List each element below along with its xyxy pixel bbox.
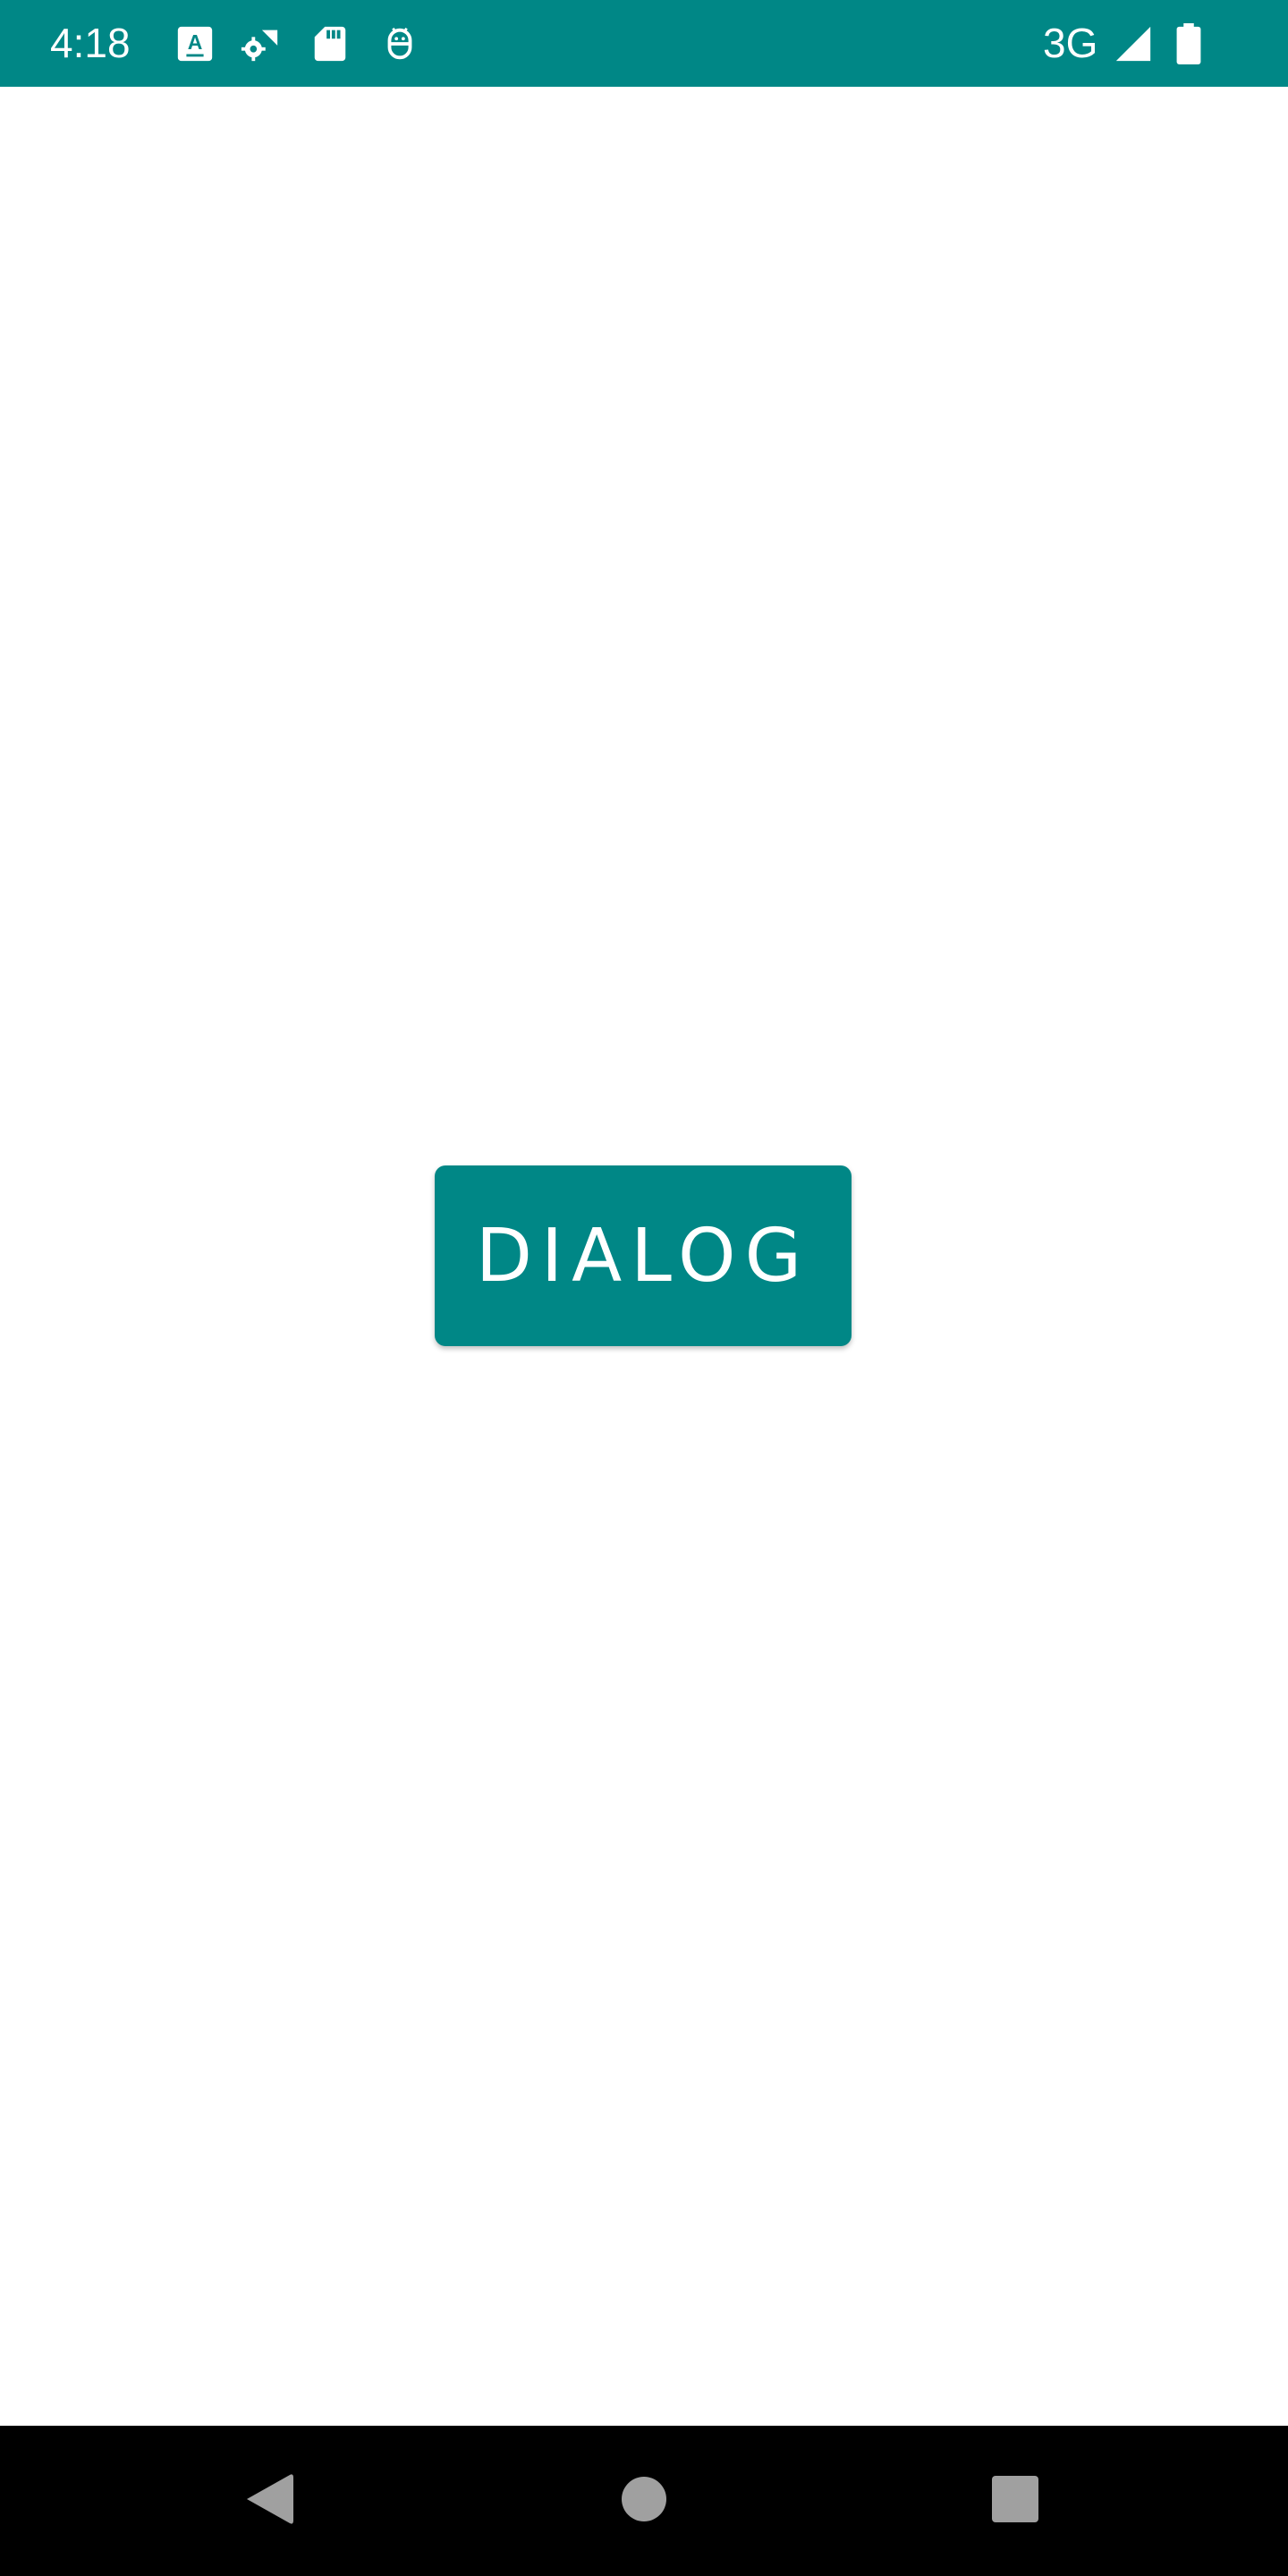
- settings-wifi-icon: [240, 23, 281, 64]
- dialog-button[interactable]: DIALOG: [435, 1165, 852, 1346]
- recents-button[interactable]: [970, 2456, 1060, 2546]
- text-a-icon: A: [174, 23, 216, 64]
- android-debug-icon: [379, 23, 420, 64]
- battery-icon: [1168, 21, 1209, 66]
- back-icon: [242, 2471, 295, 2531]
- recents-icon: [991, 2475, 1039, 2528]
- status-time: 4:18: [50, 20, 131, 66]
- svg-text:A: A: [188, 30, 203, 54]
- home-icon: [621, 2476, 667, 2527]
- status-bar: 4:18 A 3G: [0, 0, 1288, 87]
- signal-icon: [1113, 23, 1154, 64]
- network-type: 3G: [1043, 20, 1098, 66]
- back-button[interactable]: [224, 2456, 313, 2546]
- screen: 4:18 A 3G DIALOG: [0, 0, 1288, 2576]
- home-button[interactable]: [599, 2456, 689, 2546]
- sd-card-icon: [309, 23, 351, 64]
- navigation-bar: [0, 2426, 1288, 2576]
- content-area: DIALOG: [0, 87, 1288, 2426]
